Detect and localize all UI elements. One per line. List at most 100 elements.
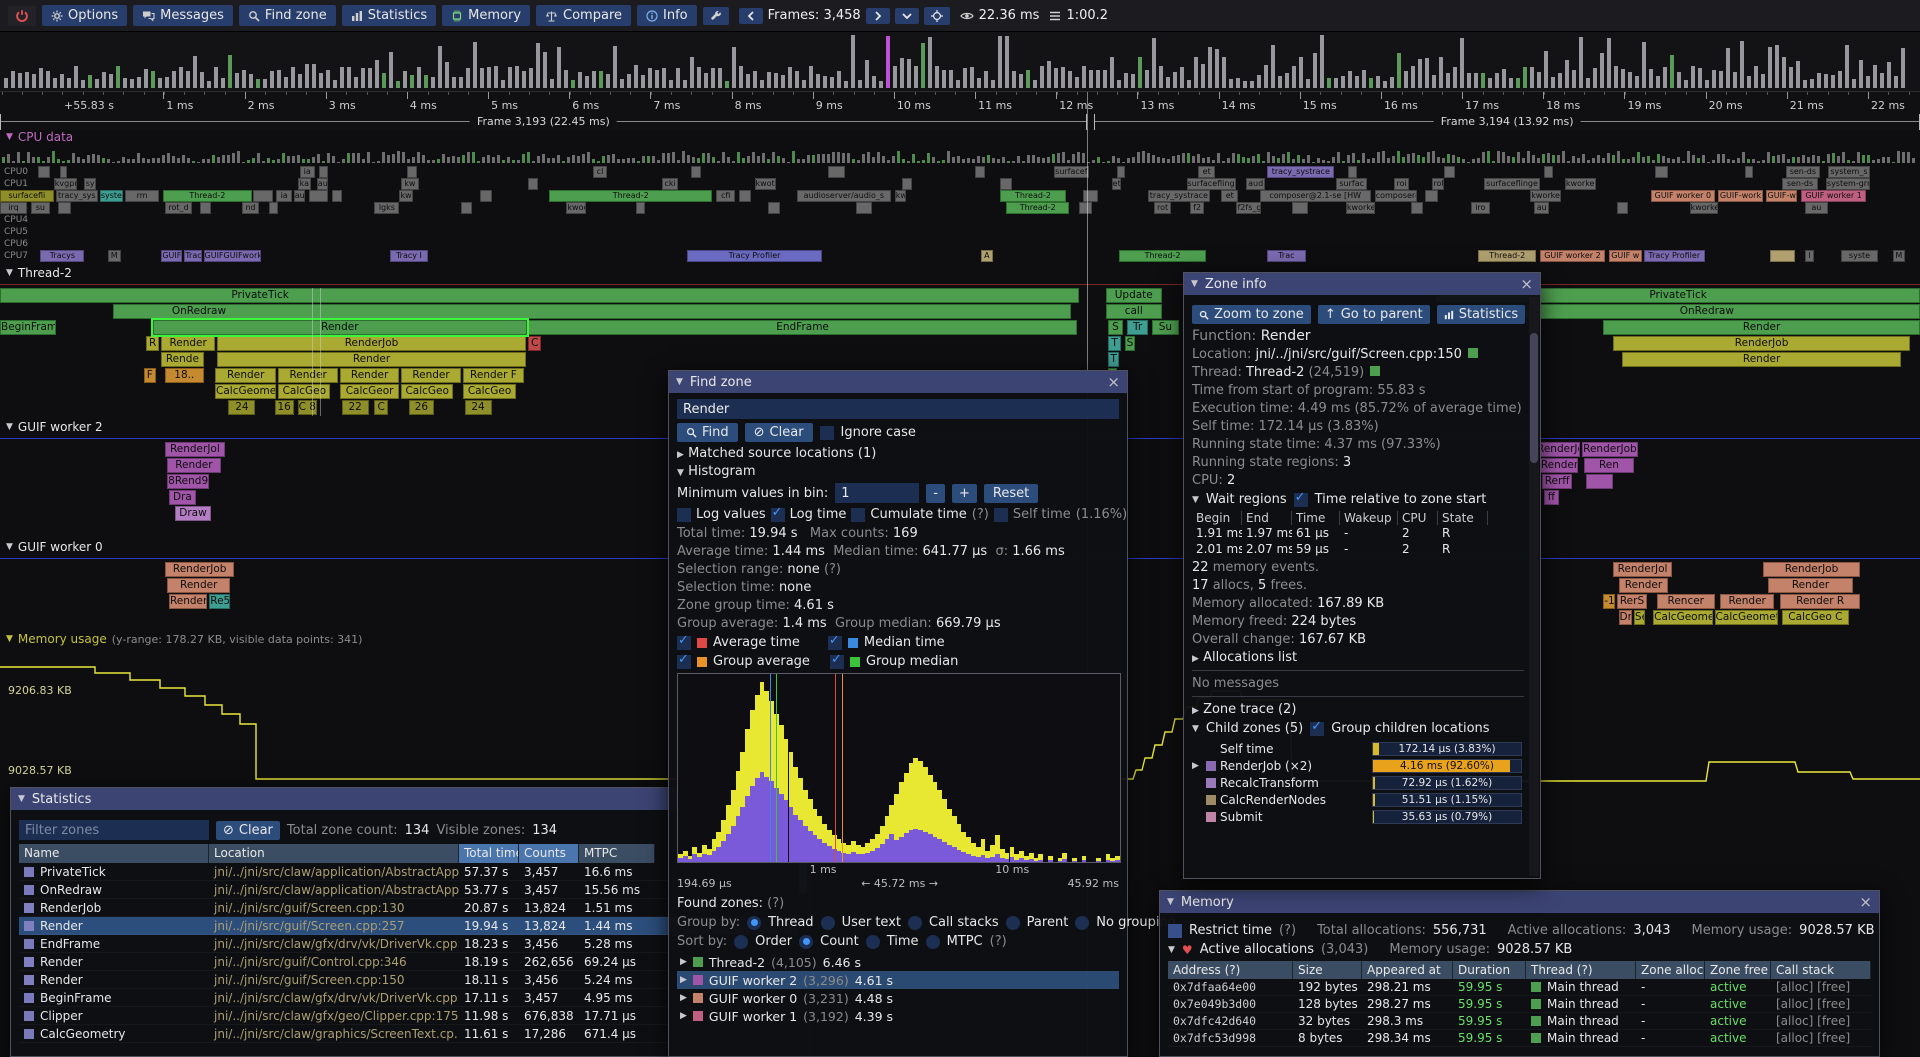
timeline-zone[interactable]: Thread-2 <box>549 190 712 202</box>
min-bin-increase-button[interactable]: + <box>952 484 977 503</box>
timeline-zone[interactable]: tracy_systrace <box>1148 190 1209 202</box>
timeline-zone[interactable]: f2 <box>1190 202 1203 214</box>
frame-overview-bar[interactable] <box>1019 74 1023 88</box>
timeline-zone[interactable]: kwot <box>895 190 907 202</box>
timeline-zone[interactable]: 24 <box>465 400 492 415</box>
log-values-checkbox[interactable] <box>677 508 691 522</box>
frame-overview-bar[interactable] <box>1845 45 1849 88</box>
go-to-parent-button[interactable]: ↑Go to parent <box>1318 305 1430 324</box>
frame-overview-bar[interactable] <box>641 75 645 88</box>
frame-overview-bar[interactable] <box>1180 67 1184 88</box>
frame-overview-bar[interactable] <box>858 80 862 88</box>
frame-overview-bar[interactable] <box>669 80 673 88</box>
frame-overview-bar[interactable] <box>1705 80 1709 88</box>
frame-overview-bar[interactable] <box>942 70 946 88</box>
frame-overview-bar[interactable] <box>1747 76 1751 88</box>
timeline-zone[interactable]: M <box>1893 250 1905 262</box>
frame-overview-bar[interactable] <box>417 67 421 88</box>
frame-overview-bar[interactable] <box>578 72 582 88</box>
timeline-zone[interactable] <box>332 190 342 202</box>
timeline-zone[interactable]: surfaceflinge <box>1484 178 1540 190</box>
timeline-zone[interactable]: RenderJob <box>1763 562 1861 577</box>
timeline-zone[interactable] <box>200 202 212 214</box>
frame-overview-bar[interactable] <box>165 77 169 88</box>
frame-overview-bar[interactable] <box>1355 76 1359 88</box>
frame-overview-bar[interactable] <box>914 66 918 88</box>
col-appeared[interactable]: Appeared at <box>1362 961 1453 979</box>
filter-zones-input[interactable] <box>19 820 209 840</box>
frame-overview-bar[interactable] <box>1257 75 1261 88</box>
timeline-zone[interactable]: composer@ <box>1375 190 1417 202</box>
frame-overview-bar[interactable] <box>1565 60 1569 88</box>
timeline-zone[interactable]: au <box>294 190 306 202</box>
frame-overview-bar[interactable] <box>151 71 155 88</box>
frame-overview-bar[interactable] <box>767 72 771 88</box>
frame-overview-bar[interactable] <box>1397 53 1401 88</box>
timeline-zone[interactable]: Render <box>401 368 461 383</box>
frame-overview-bar[interactable] <box>1376 76 1380 88</box>
frame-overview-bar[interactable] <box>515 66 519 88</box>
frame-overview-bar[interactable] <box>1495 73 1499 88</box>
frame-overview-bar[interactable] <box>389 52 393 88</box>
timeline-zone[interactable]: CalcGeo C <box>1782 610 1849 625</box>
frame-overview-bar[interactable] <box>900 58 904 88</box>
timeline-zone[interactable]: surfac <box>1336 178 1367 190</box>
timeline-zone[interactable]: RenderJob <box>217 336 526 351</box>
frame-overview-bar[interactable] <box>382 73 386 88</box>
child-zone-row[interactable]: CalcRenderNodes51.51 μs (1.15%) <box>1192 791 1524 808</box>
timeline-zone[interactable]: GUIF worker 2 <box>1540 250 1605 262</box>
frame-overview-bar[interactable] <box>438 46 442 88</box>
goto-frame-button[interactable] <box>924 7 950 25</box>
timeline-zone[interactable]: R <box>146 336 159 351</box>
timeline-zone[interactable]: roi <box>1394 178 1409 190</box>
col-duration[interactable]: Duration <box>1453 961 1526 979</box>
frame-overview-bar[interactable] <box>718 68 722 88</box>
info-button[interactable]: Info <box>637 5 697 26</box>
frame-overview-bar[interactable] <box>1838 71 1842 88</box>
timeline-zone[interactable]: Rende <box>161 352 203 367</box>
frame-overview-bar[interactable] <box>193 56 197 88</box>
frame-overview-bar[interactable] <box>1789 67 1793 88</box>
frame-overview-bar[interactable] <box>4 78 8 88</box>
frame-overview-bar[interactable] <box>1558 73 1562 88</box>
timeline-zone[interactable] <box>1292 202 1307 214</box>
collapse-icon[interactable]: ▼ <box>18 794 25 804</box>
frame-overview-bar[interactable] <box>60 74 64 88</box>
frame-overview-bar[interactable] <box>1418 59 1422 88</box>
timeline-zone[interactable]: lgks <box>374 202 399 214</box>
timeline-zone[interactable]: Thread-2 <box>1478 250 1536 262</box>
frame-overview-bar[interactable] <box>123 78 127 88</box>
frame-overview-bar[interactable] <box>1341 76 1345 88</box>
frame-overview-bar[interactable] <box>837 71 841 88</box>
group-by-radio-user-text[interactable] <box>821 916 835 930</box>
prev-frame-button[interactable] <box>739 8 763 24</box>
frame-overview-bar[interactable] <box>1782 57 1786 88</box>
frame-overview-bar[interactable] <box>95 79 99 88</box>
frame-overview-bar[interactable] <box>1068 71 1072 88</box>
frame-overview-bar[interactable] <box>1201 64 1205 88</box>
frame-overview-bar[interactable] <box>697 67 701 88</box>
frame-overview-bar[interactable] <box>1229 79 1233 88</box>
timeline-zone[interactable]: Render <box>1619 578 1669 593</box>
timeline-zone[interactable]: RenderJob <box>1613 336 1911 351</box>
timeline-zone[interactable]: Dra <box>169 490 196 505</box>
frame-overview-bar[interactable] <box>879 81 883 88</box>
child-zones-label[interactable]: Child zones (5) <box>1206 721 1303 736</box>
allocation-row[interactable]: 0x7dfaa64e00192 bytes298.21 ms59.95 sMai… <box>1168 979 1871 996</box>
timeline-zone[interactable]: Trac <box>1267 250 1305 262</box>
frame-overview-bar[interactable] <box>375 60 379 88</box>
frame-overview-bar[interactable] <box>676 68 680 88</box>
frame-overview-bar[interactable] <box>1327 78 1331 88</box>
timeline-zone[interactable]: 16 <box>275 400 294 415</box>
frame-overview-bar[interactable] <box>221 78 225 88</box>
frame-overview-bar[interactable] <box>1446 73 1450 88</box>
timeline-zone[interactable] <box>253 190 272 202</box>
frame-overview-bar[interactable] <box>788 67 792 88</box>
frame-overview-bar[interactable] <box>1502 69 1506 88</box>
find-button[interactable]: Find <box>677 423 738 442</box>
frame-overview-bar[interactable] <box>214 67 218 88</box>
frame-overview-bar[interactable] <box>1306 79 1310 88</box>
frame-overview-bar[interactable] <box>921 43 925 88</box>
timeline-zone[interactable]: C 8 <box>298 400 317 415</box>
frame-overview-bar[interactable] <box>711 68 715 88</box>
